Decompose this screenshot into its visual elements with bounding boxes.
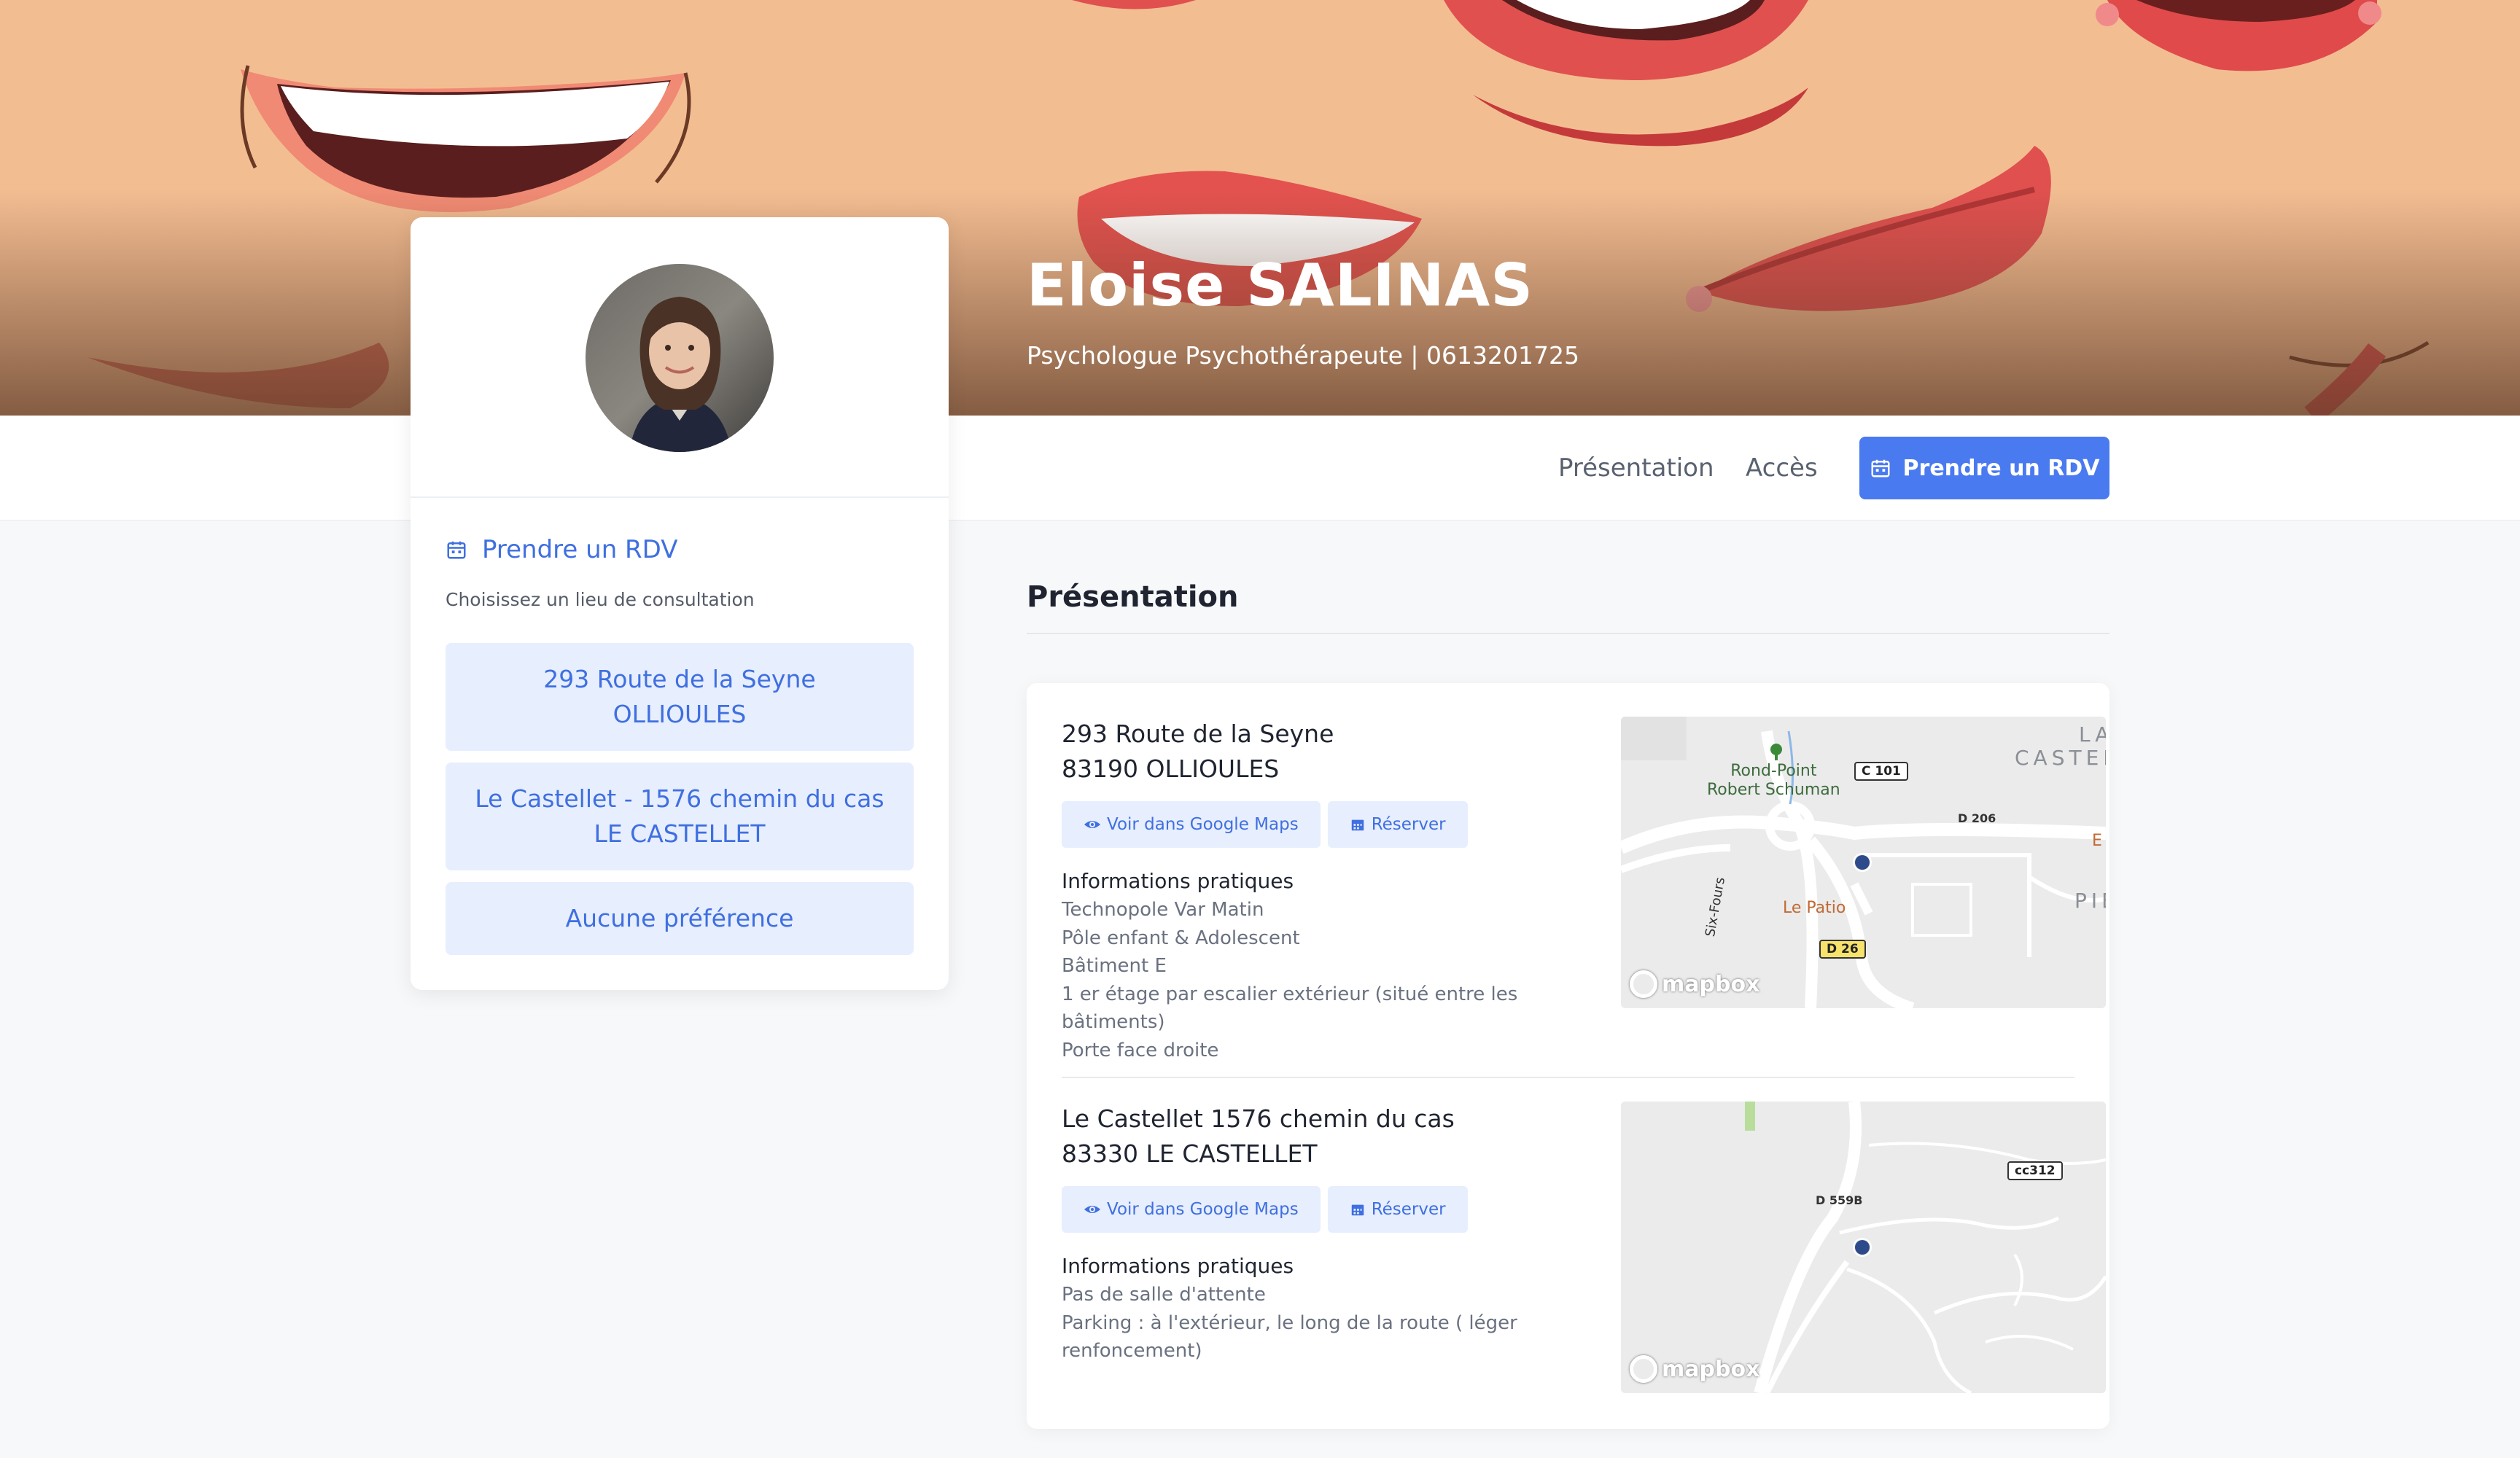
mapbox-logo[interactable]: mapbox — [1630, 1355, 1759, 1383]
reserver-button-label: Réserver — [1371, 1200, 1446, 1219]
location-option-ollioules[interactable]: 293 Route de la Seyne OLLIOULES — [446, 643, 914, 751]
mapbox-logo-icon — [1630, 970, 1657, 998]
google-maps-button[interactable]: Voir dans Google Maps — [1062, 1186, 1321, 1233]
avatar — [586, 264, 774, 452]
info-line: Parking : à l'extérieur, le long de la r… — [1062, 1311, 1517, 1363]
map-road-label: C 101 — [1854, 762, 1908, 781]
place-ollioules: 293 Route de la Seyne 83190 OLLIOULES Vo… — [1062, 717, 2106, 1064]
presentation-divider — [1027, 633, 2109, 634]
mapbox-logo[interactable]: mapbox — [1630, 970, 1759, 998]
mapbox-logo-text: mapbox — [1662, 971, 1760, 997]
calendar-icon — [1351, 819, 1364, 831]
map-poi-label: Le Patio — [1783, 899, 1846, 917]
practitioner-name: Eloise SALINAS — [1027, 252, 1533, 319]
location-option-no-preference[interactable]: Aucune préférence — [446, 882, 914, 955]
map-label: Rond-Point Robert Schuman — [1707, 762, 1840, 800]
places-card: 293 Route de la Seyne 83190 OLLIOULES Vo… — [1027, 683, 2109, 1429]
mapbox-logo-text: mapbox — [1662, 1356, 1760, 1382]
location-option-line1: Aucune préférence — [565, 904, 794, 932]
google-maps-button-label: Voir dans Google Maps — [1107, 1200, 1299, 1219]
place-divider — [1062, 1077, 2074, 1078]
page-navbar: Présentation Accès Prendre un RDV — [0, 416, 2520, 521]
map-le-castellet[interactable]: D 559B cc312 mapbox — [1621, 1102, 2106, 1393]
google-maps-button[interactable]: Voir dans Google Maps — [1062, 801, 1321, 848]
map-town-label: LA — [2079, 722, 2106, 746]
info-line: 1 er étage par escalier extérieur (situé… — [1062, 983, 1518, 1034]
map-label-rondpoint: Rond-Point — [1730, 762, 1817, 780]
calendar-icon — [1871, 459, 1890, 477]
info-line: Porte face droite — [1062, 1039, 1219, 1061]
map-road-label: cc312 — [2007, 1161, 2063, 1180]
card-rdv-heading-label: Prendre un RDV — [482, 535, 678, 564]
map-road-label: D 559B — [1816, 1193, 1863, 1207]
nav-presentation-link[interactable]: Présentation — [1558, 453, 1714, 483]
reserver-button-label: Réserver — [1371, 815, 1446, 834]
place-le-castellet: Le Castellet 1576 chemin du cas 83330 LE… — [1062, 1102, 2106, 1393]
location-option-line1: 293 Route de la Seyne — [543, 665, 816, 693]
map-road-label: D 26 — [1819, 940, 1866, 959]
map-town-label: CASTEL — [2015, 746, 2106, 770]
google-maps-button-label: Voir dans Google Maps — [1107, 815, 1299, 834]
card-rdv-heading[interactable]: Prendre un RDV — [446, 535, 678, 564]
location-option-line1: Le Castellet - 1576 chemin du cas — [475, 784, 884, 813]
card-divider — [411, 496, 949, 498]
reserver-button[interactable]: Réserver — [1327, 801, 1468, 848]
eye-icon — [1084, 1206, 1100, 1213]
map-town-label: PIE — [2074, 889, 2106, 913]
info-line: Pas de salle d'attente — [1062, 1284, 1266, 1306]
location-option-line2: LE CASTELLET — [594, 819, 766, 848]
location-option-line2: OLLIOULES — [612, 700, 747, 728]
mapbox-logo-icon — [1630, 1355, 1657, 1383]
location-option-le-castellet[interactable]: Le Castellet - 1576 chemin du cas LE CAS… — [446, 763, 914, 870]
calendar-icon — [1351, 1204, 1364, 1216]
calendar-icon — [447, 541, 466, 559]
practitioner-subtitle: Psychologue Psychothérapeute | 061320172… — [1027, 341, 1580, 370]
map-roads — [1621, 1102, 2106, 1393]
info-line: Technopole Var Matin — [1062, 899, 1264, 921]
presentation-heading: Présentation — [1027, 580, 1239, 614]
info-line: Bâtiment E — [1062, 955, 1167, 977]
map-road-label: D 206 — [1958, 811, 1996, 825]
eye-icon — [1084, 821, 1100, 828]
hero-banner: Eloise SALINAS Psychologue Psychothérape… — [0, 0, 2520, 416]
nav-acces-link[interactable]: Accès — [1746, 453, 1818, 483]
profile-card: Prendre un RDV Choisissez un lieu de con… — [411, 217, 949, 990]
map-ollioules[interactable]: Rond-Point Robert Schuman C 101 D 206 Le… — [1621, 717, 2106, 1008]
choose-location-label: Choisissez un lieu de consultation — [446, 589, 755, 610]
map-poi-label: E — [2092, 832, 2102, 850]
map-label-schuman: Robert Schuman — [1707, 781, 1840, 799]
prendre-rdv-button[interactable]: Prendre un RDV — [1859, 437, 2109, 499]
info-line: Pôle enfant & Adolescent — [1062, 927, 1300, 949]
reserver-button[interactable]: Réserver — [1327, 1186, 1468, 1233]
prendre-rdv-button-label: Prendre un RDV — [1902, 455, 2100, 481]
